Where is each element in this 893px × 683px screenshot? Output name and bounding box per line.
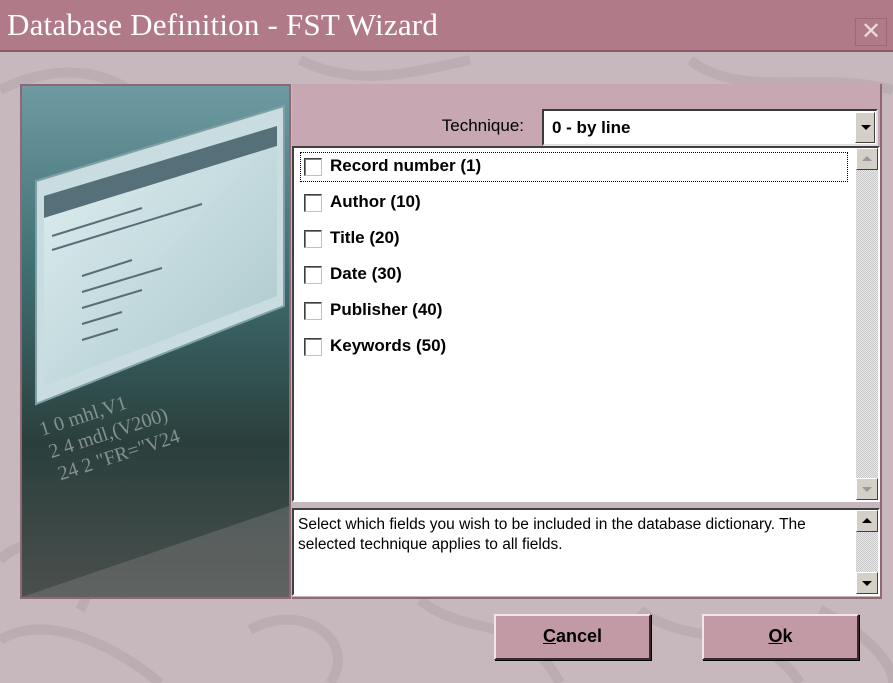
arrow-down-icon — [862, 581, 872, 586]
description-box: Select which fields you wish to be inclu… — [292, 508, 880, 596]
scroll-up-button[interactable] — [856, 510, 878, 532]
illustration-graphic: 1 0 mhl,V1 2 4 mdl,(V200) 24 2 "FR="V24 — [22, 86, 289, 597]
window-title: Database Definition - FST Wizard — [7, 7, 439, 42]
field-label: Keywords (50) — [330, 336, 447, 355]
scroll-down-button[interactable] — [856, 572, 878, 594]
field-item-record-number[interactable]: Record number (1) — [300, 152, 848, 182]
chevron-down-icon — [861, 125, 871, 130]
field-label: Record number (1) — [330, 156, 482, 175]
description-text: Select which fields you wish to be inclu… — [298, 516, 806, 553]
field-item-title[interactable]: Title (20) — [300, 224, 848, 254]
title-bar: Database Definition - FST Wizard ✕ — [0, 0, 893, 52]
field-label: Publisher (40) — [330, 300, 443, 319]
field-label: Date (30) — [330, 264, 402, 283]
arrow-up-icon — [862, 156, 872, 161]
checkbox[interactable] — [304, 302, 322, 320]
checkbox[interactable] — [304, 230, 322, 248]
ok-button[interactable]: Ok — [702, 614, 859, 660]
technique-header: Technique: 0 - by line — [292, 84, 880, 146]
field-item-author[interactable]: Author (10) — [300, 188, 848, 218]
field-item-publisher[interactable]: Publisher (40) — [300, 296, 848, 326]
close-button[interactable]: ✕ — [855, 18, 887, 46]
technique-label: Technique: — [441, 116, 524, 135]
fields-scrollbar[interactable] — [856, 148, 878, 500]
field-label: Title (20) — [330, 228, 400, 247]
checkbox[interactable] — [304, 194, 322, 212]
field-label: Author (10) — [330, 192, 421, 211]
technique-value: 0 - by line — [552, 118, 631, 137]
description-scrollbar[interactable] — [856, 510, 878, 594]
field-item-keywords[interactable]: Keywords (50) — [300, 332, 848, 362]
checkbox[interactable] — [304, 158, 322, 176]
fields-list[interactable]: Record number (1) Author (10) Title (20)… — [292, 146, 880, 502]
wizard-window: Database Definition - FST Wizard ✕ 1 0 m… — [0, 0, 893, 683]
technique-dropdown-button[interactable] — [855, 112, 875, 143]
cancel-button[interactable]: Cancel — [494, 614, 651, 660]
arrow-up-icon — [862, 518, 872, 523]
close-icon: ✕ — [860, 17, 882, 45]
arrow-down-icon — [862, 487, 872, 492]
cancel-mnemonic: C — [542, 626, 556, 646]
wizard-illustration: 1 0 mhl,V1 2 4 mdl,(V200) 24 2 "FR="V24 — [20, 84, 291, 599]
field-item-date[interactable]: Date (30) — [300, 260, 848, 290]
scroll-down-button[interactable] — [856, 478, 878, 500]
ok-mnemonic: O — [768, 626, 783, 646]
ok-label: k — [782, 626, 793, 646]
technique-select[interactable]: 0 - by line — [542, 109, 878, 146]
scroll-up-button[interactable] — [856, 148, 878, 170]
checkbox[interactable] — [304, 338, 322, 356]
fields-panel: Technique: 0 - by line Record number (1)… — [292, 84, 882, 599]
cancel-label: ancel — [555, 626, 603, 646]
checkbox[interactable] — [304, 266, 322, 284]
